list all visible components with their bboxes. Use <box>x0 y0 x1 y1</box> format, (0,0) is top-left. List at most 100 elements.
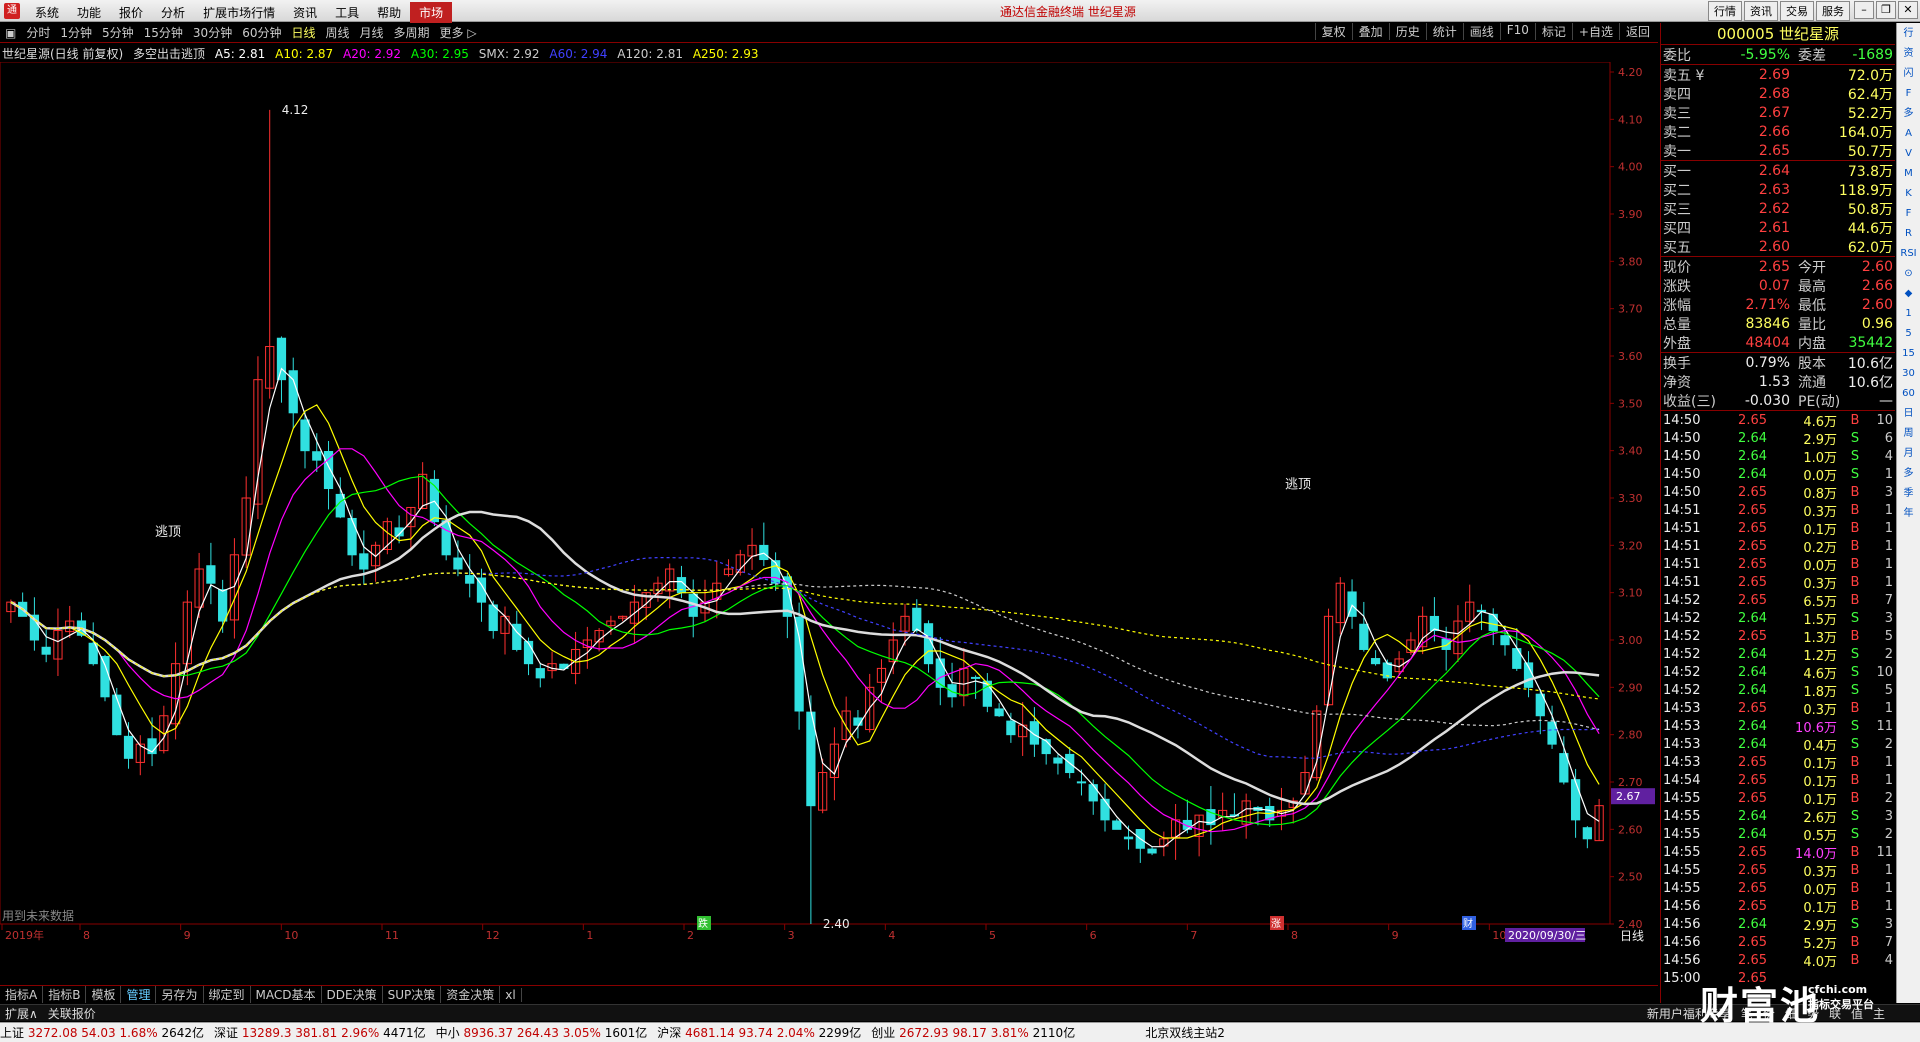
index-change: 264.43 <box>516 1026 559 1040</box>
period-30min[interactable]: 30分钟 <box>188 24 237 41</box>
sidebar-button[interactable]: K <box>1899 185 1918 203</box>
tick-count: 3 <box>1884 808 1893 824</box>
news-button[interactable]: 资讯 <box>1744 1 1778 21</box>
sidebar-button[interactable]: 季 <box>1899 485 1918 503</box>
sidebar-button[interactable]: 资 <box>1899 45 1918 63</box>
kline-chart-area[interactable]: 4.20 4.10 4.00 3.90 3.80 3.70 3.60 3.50 3.40 3.30… <box>0 62 1658 972</box>
tool-fuquan[interactable]: 复权 <box>1314 23 1352 40</box>
related-quote-button[interactable]: 关联报价 <box>43 1005 101 1022</box>
tab-manage[interactable]: 管理 <box>121 986 157 1003</box>
tool-add-watch[interactable]: +自选 <box>1571 23 1619 40</box>
expand-button[interactable]: 扩展∧ <box>0 1005 43 1022</box>
tick-row: 14:55 2.65 0.1万 B 2 <box>1661 789 1895 808</box>
sidebar-button[interactable]: F <box>1899 205 1918 223</box>
tick-time: 14:55 <box>1663 880 1701 896</box>
tool-history[interactable]: 历史 <box>1388 23 1426 40</box>
tab-indicator-a[interactable]: 指标A <box>0 986 44 1003</box>
menu-quote[interactable]: 报价 <box>110 2 152 23</box>
sidebar-button[interactable]: 行 <box>1899 25 1918 43</box>
menu-function[interactable]: 功能 <box>68 2 110 23</box>
sidebar-button[interactable]: A <box>1899 125 1918 143</box>
sidebar-button[interactable]: 5 <box>1899 325 1918 343</box>
tab-template[interactable]: 模板 <box>86 986 122 1003</box>
trade-button[interactable]: 交易 <box>1780 1 1814 21</box>
period-monthly[interactable]: 月线 <box>355 24 389 41</box>
menu-system[interactable]: 系统 <box>26 2 68 23</box>
tab-fund[interactable]: 资金决策 <box>441 986 501 1003</box>
tab-dde[interactable]: DDE决策 <box>322 986 383 1003</box>
sidebar-button[interactable]: 年 <box>1899 505 1918 523</box>
sidebar-button[interactable]: 多 <box>1899 465 1918 483</box>
tool-f10[interactable]: F10 <box>1499 23 1535 40</box>
period-5min[interactable]: 5分钟 <box>97 24 139 41</box>
bid-row-volume: 118.9万 <box>1838 182 1893 199</box>
tool-draw[interactable]: 画线 <box>1462 23 1500 40</box>
period-15min[interactable]: 15分钟 <box>139 24 188 41</box>
tab-sup[interactable]: SUP决策 <box>383 986 442 1003</box>
minimize-icon[interactable]: – <box>1854 1 1874 19</box>
menu-news[interactable]: 资讯 <box>284 2 326 23</box>
tick-volume: 0.1万 <box>1803 792 1837 808</box>
tab-xl[interactable]: xl <box>500 987 522 1002</box>
candle-body <box>1147 848 1157 854</box>
tool-back[interactable]: 返回 <box>1618 23 1656 40</box>
menu-tools[interactable]: 工具 <box>326 2 368 23</box>
restore-icon[interactable]: ❐ <box>1876 1 1896 19</box>
sidebar-button[interactable]: 30 <box>1899 365 1918 383</box>
close-icon[interactable]: ✕ <box>1898 1 1918 19</box>
tick-price: 2.65 <box>1738 502 1767 518</box>
tool-mark[interactable]: 标记 <box>1534 23 1572 40</box>
sidebar-button[interactable]: 60 <box>1899 385 1918 403</box>
restore-small-icon[interactable]: ▣ <box>0 26 21 40</box>
indicator-name[interactable]: 多空出击逃顶 <box>133 47 205 61</box>
menu-ext-market[interactable]: 扩展市场行情 <box>194 2 284 23</box>
period-1min[interactable]: 1分钟 <box>55 24 97 41</box>
sidebar-button[interactable]: ◆ <box>1899 285 1918 303</box>
index-item[interactable]: 中小 8936.37 264.43 3.05% 1601亿 <box>436 1024 648 1041</box>
sidebar-button[interactable]: V <box>1899 145 1918 163</box>
sidebar-button[interactable]: 1 <box>1899 305 1918 323</box>
quote-button[interactable]: 行情 <box>1708 1 1742 21</box>
period-60min[interactable]: 60分钟 <box>237 24 286 41</box>
tab-macd[interactable]: MACD基本 <box>251 986 322 1003</box>
index-name: 上证 <box>0 1026 25 1040</box>
sidebar-button[interactable]: 周 <box>1899 425 1918 443</box>
index-item[interactable]: 深证 13289.3 381.81 2.96% 4471亿 <box>214 1024 426 1041</box>
sidebar-button[interactable]: 多 <box>1899 105 1918 123</box>
period-more[interactable]: 更多 ▷ <box>435 24 482 41</box>
menu-market[interactable]: 市场 <box>410 2 453 23</box>
period-daily[interactable]: 日线 <box>286 24 320 41</box>
stock-title[interactable]: 000005 世纪星源 <box>1661 23 1895 45</box>
sidebar-button[interactable]: 月 <box>1899 445 1918 463</box>
sidebar-button[interactable]: M <box>1899 165 1918 183</box>
tab-save-as[interactable]: 另存为 <box>156 986 204 1003</box>
quote-panel: 000005 世纪星源 委比 -5.95% 委差 -1689 卖五 ¥ 2.69 7… <box>1660 23 1895 1003</box>
menu-analysis[interactable]: 分析 <box>152 2 194 23</box>
ask-row: 卖三 2.67 52.2万 <box>1661 103 1895 122</box>
tick-count: 1 <box>1884 502 1893 518</box>
tick-count: 2 <box>1884 826 1893 842</box>
index-item[interactable]: 创业 2672.93 98.17 3.81% 2110亿 <box>871 1024 1075 1041</box>
service-button[interactable]: 服务 <box>1816 1 1850 21</box>
period-fenshi[interactable]: 分时 <box>21 24 55 41</box>
index-item[interactable]: 上证 3272.08 54.03 1.68% 2642亿 <box>0 1024 204 1041</box>
sidebar-button[interactable]: 闪 <box>1899 65 1918 83</box>
server-station[interactable]: 北京双线主站2 <box>1145 1024 1225 1041</box>
sidebar-button[interactable]: ⊙ <box>1899 265 1918 283</box>
tick-list[interactable]: 14:50 2.65 4.6万 B 10 14:50 2.64 2.9万 S 6 14:50 2.64… <box>1661 411 1895 987</box>
period-multi[interactable]: 多周期 <box>389 24 435 41</box>
tab-bind[interactable]: 绑定到 <box>204 986 251 1003</box>
ask-row-price: 2.65 <box>1758 142 1790 159</box>
kline-chart[interactable]: 4.20 4.10 4.00 3.90 3.80 3.70 3.60 3.50 3.40 3.30… <box>0 62 1658 982</box>
tool-stats[interactable]: 统计 <box>1425 23 1463 40</box>
sidebar-button[interactable]: RSI <box>1899 245 1918 263</box>
tab-indicator-b[interactable]: 指标B <box>43 986 87 1003</box>
sidebar-button[interactable]: 日 <box>1899 405 1918 423</box>
period-weekly[interactable]: 周线 <box>321 24 355 41</box>
sidebar-button[interactable]: R <box>1899 225 1918 243</box>
index-item[interactable]: 沪深 4681.14 93.74 2.04% 2299亿 <box>657 1024 861 1041</box>
tool-overlay[interactable]: 叠加 <box>1351 23 1389 40</box>
sidebar-button[interactable]: F <box>1899 85 1918 103</box>
menu-help[interactable]: 帮助 <box>368 2 410 23</box>
sidebar-button[interactable]: 15 <box>1899 345 1918 363</box>
